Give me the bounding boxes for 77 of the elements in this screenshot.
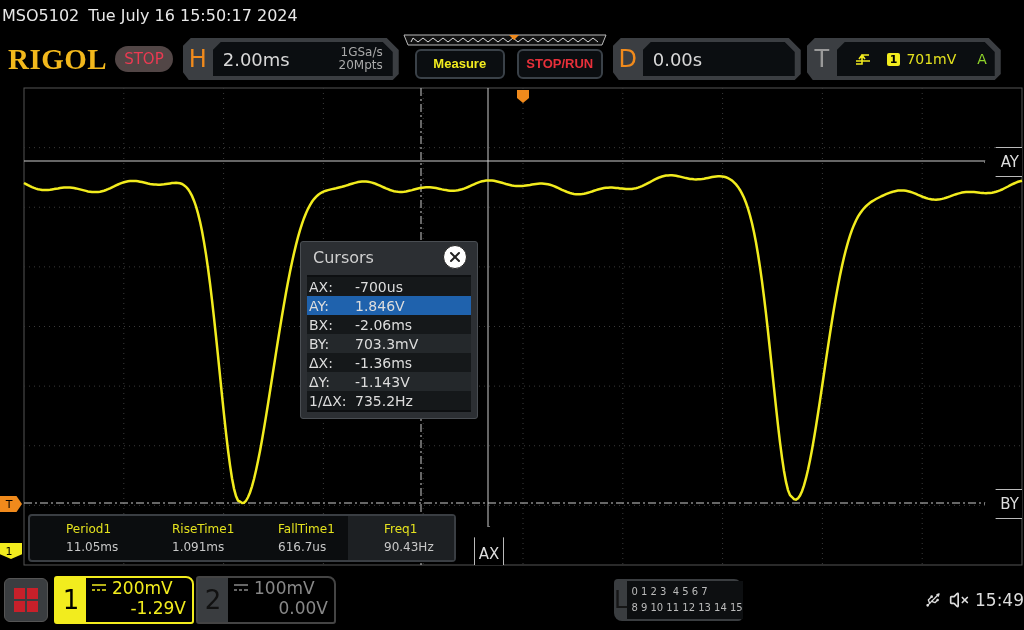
stop-run-button[interactable]: STOP/RUN xyxy=(516,48,603,79)
delay-value: 0.00s xyxy=(652,48,703,70)
horizontal-panel[interactable]: H 2.00ms 1GSa/s 20Mpts xyxy=(182,38,399,80)
cursor-tag[interactable]: AY xyxy=(984,147,1022,177)
usb-icon xyxy=(925,592,941,608)
menu-button[interactable] xyxy=(4,578,48,622)
trigger-position-marker[interactable] xyxy=(517,90,529,103)
cursor-readout-row[interactable]: BX: -2.06ms xyxy=(307,315,471,334)
logic-bits: 0 1 2 3 4 5 6 7 xyxy=(631,585,709,599)
delay-label: D xyxy=(617,45,638,73)
channel-offset: 0.00V xyxy=(278,598,328,618)
sample-rate: 1GSa/s xyxy=(340,46,383,59)
measure-button[interactable]: Measure xyxy=(414,48,505,79)
brand-logo: RIGOL xyxy=(8,42,108,76)
measurement-label: Freq1 xyxy=(384,522,419,536)
readout-value: -700us xyxy=(355,278,403,295)
channel-scale: 200mV xyxy=(112,578,173,598)
close-button[interactable] xyxy=(443,245,467,269)
trigger-mode: A xyxy=(976,51,987,67)
clock: 15:49 xyxy=(975,590,1024,610)
measurement-item[interactable]: FallTime1 616.7us xyxy=(242,516,348,560)
model-name: MSO5102 xyxy=(2,5,80,25)
timebase-value: 2.00ms xyxy=(222,48,290,70)
cursor-readout-row[interactable]: AY: 1.846V xyxy=(307,296,471,315)
dc-coupling-icon xyxy=(92,584,106,592)
dc-coupling-icon xyxy=(234,584,248,592)
measurement-label: FallTime1 xyxy=(278,522,336,536)
trigger-level-marker[interactable]: T xyxy=(0,496,22,512)
mute-icon[interactable] xyxy=(949,590,969,610)
measurement-label: Period1 xyxy=(66,522,113,536)
channel-scale: 100mV xyxy=(254,578,315,598)
readout-value: 1.846V xyxy=(355,297,405,314)
rising-edge-icon xyxy=(854,52,871,66)
date-time: Tue July 16 15:50:17 2024 xyxy=(88,5,298,25)
readout-value: 735.2Hz xyxy=(355,392,413,409)
trigger-source-badge: 1 xyxy=(886,52,901,66)
cursor-readout-row[interactable]: BY: 703.3mV xyxy=(307,334,471,353)
measurement-value: 1.091ms xyxy=(172,540,226,554)
run-state-indicator: STOP xyxy=(115,46,173,72)
cursor-tag[interactable]: BY xyxy=(984,489,1022,519)
measurement-value: 90.43Hz xyxy=(384,540,435,554)
dialog-title: Cursors xyxy=(313,247,374,267)
trigger-panel[interactable]: T 1 701mV A xyxy=(806,38,1001,80)
readout-label: BY: xyxy=(309,335,331,352)
measurement-item[interactable]: Period1 11.05ms xyxy=(30,516,136,560)
readout-value: -2.06ms xyxy=(355,316,413,333)
channel-number: 1 xyxy=(56,578,86,622)
readout-value: 703.3mV xyxy=(355,335,419,352)
logic-bits: 8 9 10 11 12 13 14 15 xyxy=(631,601,743,615)
cursor-readout-row[interactable]: AX: -700us xyxy=(307,277,471,296)
grid-icon xyxy=(13,587,39,613)
measurement-value: 11.05ms xyxy=(66,540,120,554)
channel-offset: -1.29V xyxy=(130,598,186,618)
readout-label: AY: xyxy=(309,297,330,314)
readout-value: -1.143V xyxy=(355,373,410,390)
trigger-level: 701mV xyxy=(906,51,957,67)
channel-box[interactable]: 1 200mV -1.29V xyxy=(54,576,194,624)
readout-label: AX: xyxy=(309,278,334,295)
cursor-readout-row[interactable]: ΔY: -1.143V xyxy=(307,372,471,391)
horizontal-label: H xyxy=(187,45,208,73)
readout-label: ΔY: xyxy=(309,373,331,390)
readout-label: 1/ΔX: xyxy=(309,392,348,409)
measurement-item[interactable]: Freq1 90.43Hz xyxy=(348,516,454,560)
measurement-label: RiseTime1 xyxy=(172,522,236,536)
cursor-readout-row[interactable]: 1/ΔX: 735.2Hz xyxy=(307,391,471,410)
close-icon xyxy=(447,249,463,265)
trigger-label: T xyxy=(813,45,831,73)
cursor-readout-row[interactable]: ΔX: -1.36ms xyxy=(307,353,471,372)
measurement-item[interactable]: RiseTime1 1.091ms xyxy=(136,516,242,560)
cursor-tag[interactable]: AX xyxy=(474,526,504,565)
delay-panel[interactable]: D 0.00s xyxy=(612,38,801,80)
readout-label: BX: xyxy=(309,316,334,333)
readout-value: -1.36ms xyxy=(355,354,413,371)
measurement-value: 616.7us xyxy=(278,540,328,554)
readout-label: ΔX: xyxy=(309,354,334,371)
memory-depth: 20Mpts xyxy=(338,59,383,72)
channel-offset-marker[interactable]: 1 xyxy=(0,543,22,559)
